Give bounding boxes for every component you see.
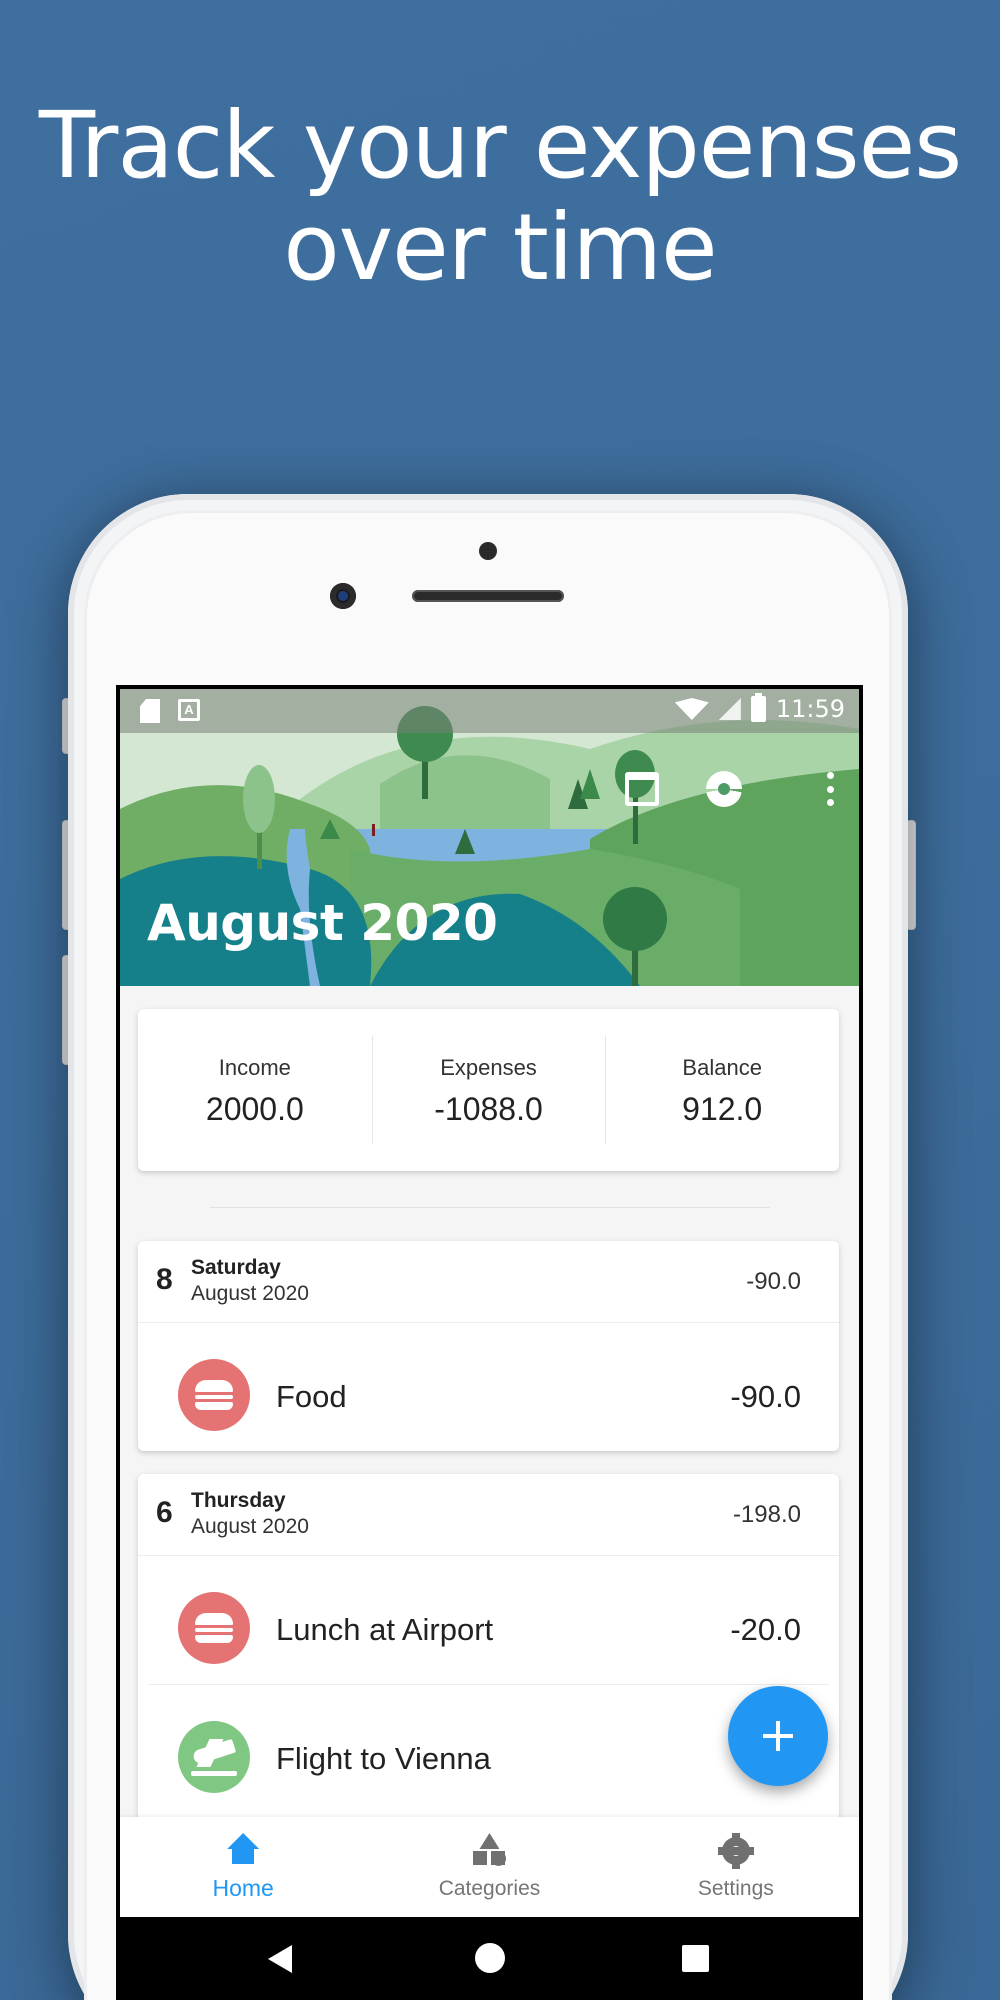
summary-card: Income 2000.0 Expenses -1088.0 Balance 9… bbox=[138, 1009, 839, 1171]
system-navigation-bar bbox=[120, 1917, 859, 2000]
flight-takeoff-icon bbox=[191, 1737, 237, 1777]
transaction-amount: -90.0 bbox=[730, 1379, 801, 1414]
nav-settings[interactable]: Settings bbox=[613, 1817, 859, 1917]
status-bar: A 11:59 bbox=[120, 689, 859, 733]
calendar-icon bbox=[625, 772, 659, 806]
nav-home[interactable]: Home bbox=[120, 1817, 366, 1917]
add-icon bbox=[763, 1721, 793, 1751]
phone-screen: A 11:59 August 2020 Income 2000.0 Expens… bbox=[116, 685, 863, 2000]
balance-label: Balance bbox=[682, 1055, 762, 1080]
more-options-button[interactable] bbox=[808, 767, 852, 811]
burger-icon bbox=[195, 1380, 233, 1410]
day-total: -90.0 bbox=[746, 1268, 801, 1295]
gear-icon bbox=[717, 1833, 754, 1869]
recents-icon[interactable] bbox=[682, 1945, 709, 1972]
proximity-sensor bbox=[479, 542, 497, 560]
transaction-row[interactable]: Lunch at Airport -20.0 bbox=[138, 1556, 839, 1684]
home-circle-icon[interactable] bbox=[475, 1943, 505, 1973]
battery-charging-icon bbox=[750, 693, 766, 722]
page-title: August 2020 bbox=[147, 894, 498, 952]
app-screen: A 11:59 August 2020 Income 2000.0 Expens… bbox=[120, 689, 859, 2000]
calendar-button[interactable] bbox=[620, 767, 664, 811]
nav-settings-label: Settings bbox=[697, 1877, 774, 1900]
expenses-value: -1088.0 bbox=[434, 1091, 543, 1127]
transaction-row[interactable]: Food -90.0 bbox=[138, 1323, 839, 1451]
sd-card-icon bbox=[140, 699, 160, 723]
travel-category-badge bbox=[178, 1721, 250, 1793]
status-time: 11:59 bbox=[775, 695, 845, 723]
statistics-button[interactable] bbox=[702, 767, 746, 811]
headline-line-2: over time bbox=[283, 194, 717, 301]
day-month: August 2020 bbox=[191, 1515, 309, 1538]
day-header: 8 Saturday August 2020 -90.0 bbox=[138, 1241, 839, 1323]
transaction-row[interactable]: Flight to Vienna -1 bbox=[148, 1684, 829, 1812]
a-notification-icon: A bbox=[178, 699, 200, 721]
day-header: 6 Thursday August 2020 -198.0 bbox=[138, 1474, 839, 1556]
food-category-badge bbox=[178, 1359, 250, 1431]
headline-line-1: Track your expenses bbox=[38, 92, 962, 199]
day-number: 8 bbox=[156, 1263, 173, 1296]
day-card: 8 Saturday August 2020 -90.0 Food -90.0 bbox=[138, 1241, 839, 1451]
balance-summary: Balance 912.0 bbox=[605, 1009, 839, 1171]
day-total: -198.0 bbox=[732, 1501, 801, 1528]
expenses-label: Expenses bbox=[440, 1055, 537, 1080]
more-vert-icon bbox=[826, 772, 834, 806]
income-label: Income bbox=[218, 1055, 291, 1080]
app-header: A 11:59 August 2020 bbox=[120, 689, 859, 986]
income-value: 2000.0 bbox=[205, 1091, 304, 1127]
category-icon bbox=[471, 1833, 507, 1869]
day-card: 6 Thursday August 2020 -198.0 Lunch at A… bbox=[138, 1474, 839, 1834]
balance-value: 912.0 bbox=[682, 1091, 763, 1127]
income-summary: Income 2000.0 bbox=[138, 1009, 372, 1171]
day-weekday: Saturday bbox=[191, 1256, 281, 1279]
add-transaction-button[interactable] bbox=[728, 1686, 828, 1786]
burger-icon bbox=[195, 1613, 233, 1643]
transaction-amount: -20.0 bbox=[730, 1612, 801, 1647]
nav-home-label: Home bbox=[212, 1875, 274, 1901]
bottom-navigation: Home Categories Settings bbox=[120, 1817, 859, 1917]
signal-icon bbox=[718, 698, 741, 720]
transaction-label: Lunch at Airport bbox=[276, 1612, 494, 1647]
nav-categories-label: Categories bbox=[438, 1877, 541, 1900]
headline: Track your expenses over time bbox=[0, 95, 1000, 299]
food-category-badge bbox=[178, 1592, 250, 1664]
day-number: 6 bbox=[156, 1496, 173, 1529]
home-icon bbox=[225, 1833, 261, 1869]
wifi-icon bbox=[674, 698, 709, 720]
transaction-label: Food bbox=[276, 1379, 347, 1414]
day-month: August 2020 bbox=[191, 1282, 309, 1305]
expenses-summary: Expenses -1088.0 bbox=[371, 1009, 606, 1171]
back-icon[interactable] bbox=[268, 1945, 292, 1973]
pie-chart-icon bbox=[706, 771, 742, 807]
earpiece-speaker bbox=[412, 590, 564, 602]
front-camera bbox=[330, 583, 356, 609]
divider bbox=[210, 1207, 770, 1208]
nav-categories[interactable]: Categories bbox=[366, 1817, 612, 1917]
transaction-label: Flight to Vienna bbox=[276, 1741, 491, 1776]
day-weekday: Thursday bbox=[191, 1489, 286, 1512]
